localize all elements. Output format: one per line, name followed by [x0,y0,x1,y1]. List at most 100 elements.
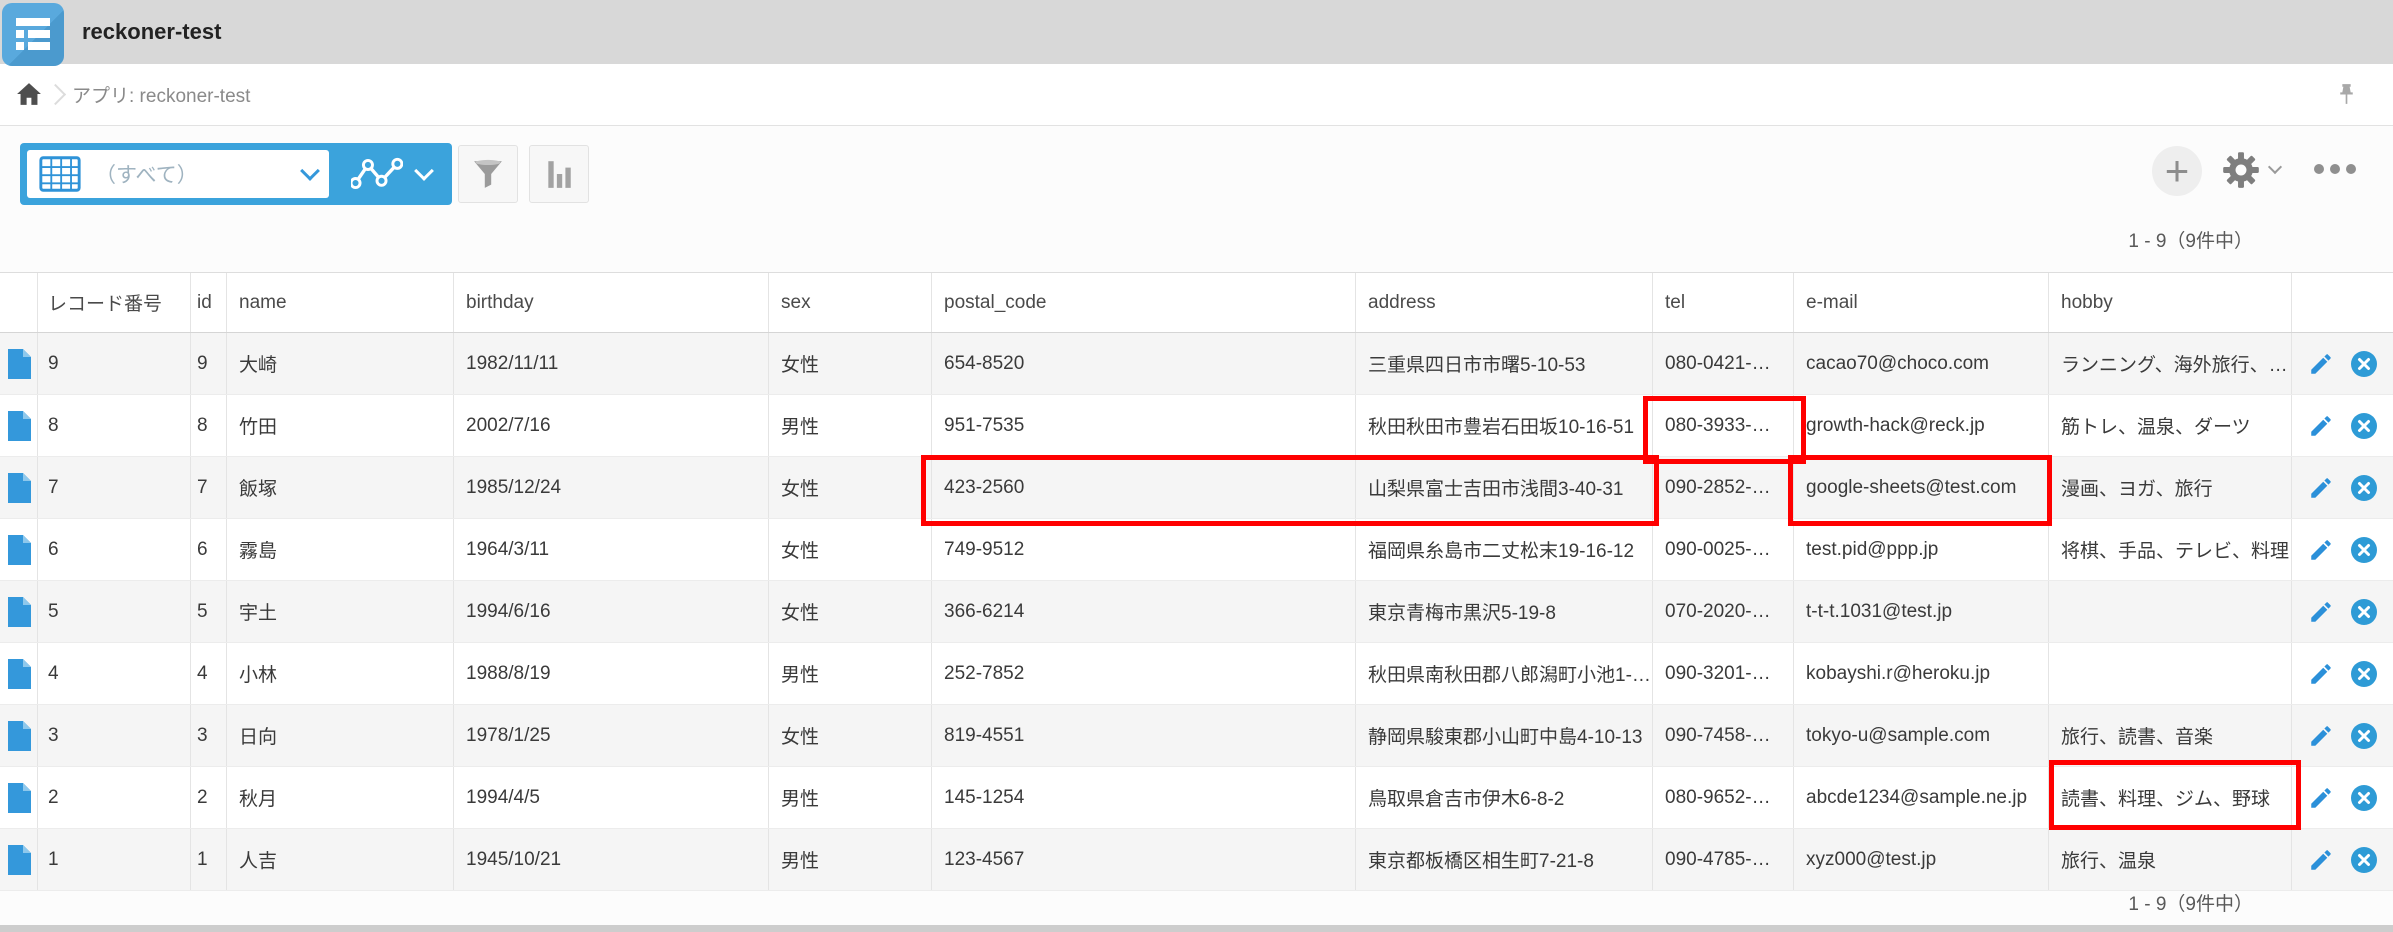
edit-record-icon[interactable] [2308,351,2334,377]
delete-record-icon[interactable] [2350,474,2378,502]
cell-email: kobayshi.r@heroku.jp [1794,643,2049,704]
record-document-icon[interactable] [6,658,32,690]
table-row: 3 3 日向 1978/1/25 女性 819-4551 静岡県駿東郡小山町中島… [0,705,2393,767]
ellipsis-icon [2314,164,2324,174]
edit-record-icon[interactable] [2308,537,2334,563]
table-row: 8 8 竹田 2002/7/16 男性 951-7535 秋田秋田市豊岩石田坂1… [0,395,2393,457]
home-icon[interactable] [16,81,42,107]
cell-name: 霧島 [227,519,454,580]
ellipsis-icon [2330,164,2340,174]
edit-record-icon[interactable] [2308,785,2334,811]
delete-record-icon[interactable] [2350,412,2378,440]
bar-chart-icon [544,158,574,190]
record-document-icon[interactable] [6,472,32,504]
filter-button[interactable] [458,145,518,203]
delete-record-icon[interactable] [2350,536,2378,564]
edit-record-icon[interactable] [2308,847,2334,873]
cell-id: 3 [191,705,227,766]
app-logo-icon[interactable] [2,3,64,66]
graph-view-button[interactable] [329,157,452,191]
cell-birthday: 2002/7/16 [454,395,769,456]
cell-record-number: 6 [38,519,191,580]
column-header-birthday[interactable]: birthday [454,273,769,332]
cell-address: 秋田県南秋田郡八郎潟町小池1-… [1356,643,1653,704]
cell-tel: 090-0025-… [1653,519,1794,580]
cell-hobby: ランニング、海外旅行、… [2049,333,2292,394]
cell-id: 8 [191,395,227,456]
cell-actions [2292,457,2393,518]
record-document-icon[interactable] [6,782,32,814]
cell-name: 小林 [227,643,454,704]
record-document-icon[interactable] [6,596,32,628]
pin-icon[interactable] [2338,82,2355,107]
edit-record-icon[interactable] [2308,475,2334,501]
edit-record-icon[interactable] [2308,723,2334,749]
table-header-row: レコード番号 id name birthday sex postal_code … [0,272,2393,333]
edit-record-icon[interactable] [2308,413,2334,439]
column-header-email[interactable]: e-mail [1794,273,2049,332]
column-header-record-number[interactable]: レコード番号 [38,273,191,332]
cell-sex: 男性 [769,395,932,456]
cell-record-number: 1 [38,829,191,890]
more-options-button[interactable] [2314,164,2356,174]
cell-name: 人吉 [227,829,454,890]
record-document-icon[interactable] [6,534,32,566]
cell-birthday: 1985/12/24 [454,457,769,518]
view-selector-dropdown[interactable]: （すべて） [27,150,329,198]
bottom-scrollbar-track[interactable] [0,925,2393,932]
table-row: 9 9 大崎 1982/11/11 女性 654-8520 三重県四日市市曙5-… [0,333,2393,395]
delete-record-icon[interactable] [2350,660,2378,688]
record-document-icon[interactable] [6,410,32,442]
column-header-address[interactable]: address [1356,273,1653,332]
cell-email: cacao70@choco.com [1794,333,2049,394]
cell-name: 竹田 [227,395,454,456]
column-header-id[interactable]: id [191,273,227,332]
cell-hobby: 将棋、手品、テレビ、料理 [2049,519,2292,580]
cell-birthday: 1978/1/25 [454,705,769,766]
cell-postal-code: 123-4567 [932,829,1356,890]
cell-email: t-t-t.1031@test.jp [1794,581,2049,642]
cell-postal-code: 145-1254 [932,767,1356,828]
cell-name: 日向 [227,705,454,766]
cell-address: 山梨県富士吉田市浅間3-40-31 [1356,457,1653,518]
cell-birthday: 1988/8/19 [454,643,769,704]
column-header-hobby[interactable]: hobby [2049,273,2292,332]
cell-tel: 090-2852-… [1653,457,1794,518]
cell-address: 東京都板橋区相生町7-21-8 [1356,829,1653,890]
cell-name: 飯塚 [227,457,454,518]
settings-button[interactable] [2222,151,2280,189]
chevron-down-icon [414,161,434,181]
column-header-postal-code[interactable]: postal_code [932,273,1356,332]
record-document-icon[interactable] [6,844,32,876]
chart-button[interactable] [529,145,589,203]
column-header-tel[interactable]: tel [1653,273,1794,332]
record-document-icon[interactable] [6,720,32,752]
edit-record-icon[interactable] [2308,599,2334,625]
ellipsis-icon [2346,164,2356,174]
cell-postal-code: 654-8520 [932,333,1356,394]
column-header-name[interactable]: name [227,273,454,332]
delete-record-icon[interactable] [2350,846,2378,874]
column-header-actions [2292,273,2393,332]
cell-record-number: 3 [38,705,191,766]
cell-record-number: 9 [38,333,191,394]
cell-actions [2292,829,2393,890]
cell-sex: 女性 [769,333,932,394]
cell-hobby: 漫画、ヨガ、旅行 [2049,457,2292,518]
breadcrumb[interactable]: アプリ: reckoner-test [72,64,250,125]
cell-email: abcde1234@sample.ne.jp [1794,767,2049,828]
cell-postal-code: 749-9512 [932,519,1356,580]
cell-birthday: 1994/6/16 [454,581,769,642]
record-document-icon[interactable] [6,348,32,380]
cell-sex: 男性 [769,767,932,828]
cell-sex: 女性 [769,705,932,766]
cell-record-number: 2 [38,767,191,828]
edit-record-icon[interactable] [2308,661,2334,687]
delete-record-icon[interactable] [2350,722,2378,750]
delete-record-icon[interactable] [2350,784,2378,812]
delete-record-icon[interactable] [2350,598,2378,626]
add-record-button[interactable]: + [2152,146,2202,196]
column-header-sex[interactable]: sex [769,273,932,332]
cell-hobby: 旅行、読書、音楽 [2049,705,2292,766]
delete-record-icon[interactable] [2350,350,2378,378]
